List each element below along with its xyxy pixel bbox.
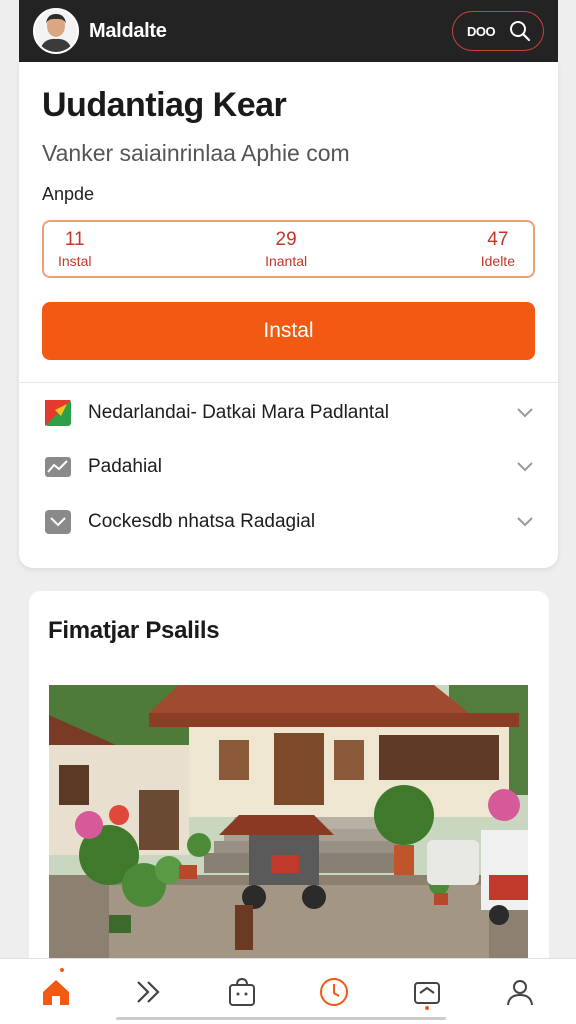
stat-value: 47 bbox=[487, 228, 509, 250]
pill-label[interactable]: DOO bbox=[467, 24, 496, 39]
chart-icon bbox=[44, 453, 72, 481]
flag-icon bbox=[44, 399, 72, 427]
top-app-bar: Maldalte DOO bbox=[19, 0, 558, 62]
section-label: Anpde bbox=[42, 184, 95, 204]
stat-label: Inantal bbox=[265, 252, 308, 269]
nav-forward[interactable] bbox=[119, 964, 179, 1020]
list-row-cockesdb[interactable]: Cockesdb nhatsa Radagial bbox=[44, 502, 534, 542]
top-action-pill[interactable]: DOO bbox=[452, 11, 544, 51]
stat-item: 47 Idelte bbox=[480, 228, 515, 269]
avatar[interactable] bbox=[33, 8, 79, 54]
nav-clock[interactable] bbox=[304, 964, 364, 1020]
gallery-title: Fimatjar Psalils bbox=[48, 617, 220, 644]
indicator-dot bbox=[424, 1005, 429, 1010]
nav-inbox[interactable] bbox=[397, 964, 457, 1020]
bag-icon[interactable] bbox=[227, 977, 257, 1007]
row-label: Cockesdb nhatsa Radagial bbox=[88, 511, 316, 532]
bottom-navigation bbox=[0, 958, 576, 1024]
stat-label: Idelte bbox=[480, 252, 515, 269]
stat-item: 29 Inantal bbox=[265, 228, 308, 269]
gallery-card: Fimatjar Psalils bbox=[29, 591, 549, 971]
row-label: Padahial bbox=[88, 456, 162, 477]
house-photo[interactable] bbox=[49, 685, 528, 971]
chevron-down-icon[interactable] bbox=[516, 407, 534, 419]
app-name: Uudantiag Kear bbox=[42, 86, 287, 124]
app-detail-card: Uudantiag Kear Vanker saiainrinlaa Aphie… bbox=[19, 62, 558, 568]
install-button[interactable]: Instal bbox=[42, 302, 535, 360]
nav-bag[interactable] bbox=[212, 964, 272, 1020]
app-subtitle: Vanker saiainrinlaa Aphie com bbox=[42, 140, 350, 166]
nav-home[interactable] bbox=[26, 964, 86, 1020]
list-row-padahial[interactable]: Padahial bbox=[44, 447, 534, 487]
profile-icon[interactable] bbox=[505, 977, 535, 1007]
stat-label: Instal bbox=[58, 252, 92, 269]
chevron-down-icon[interactable] bbox=[516, 516, 534, 528]
home-indicator bbox=[116, 1017, 446, 1020]
divider bbox=[19, 382, 558, 383]
person-avatar-icon bbox=[40, 14, 72, 52]
stat-value: 29 bbox=[275, 228, 297, 250]
home-icon[interactable] bbox=[40, 977, 72, 1007]
forward-icon[interactable] bbox=[134, 979, 164, 1005]
clock-icon[interactable] bbox=[318, 976, 350, 1008]
app-title: Maldalte bbox=[89, 19, 167, 42]
nav-profile[interactable] bbox=[490, 964, 550, 1020]
stats-box: 11 Instal 29 Inantal 47 Idelte bbox=[42, 220, 535, 278]
row-label: Nedarlandai- Datkai Mara Padlantal bbox=[88, 402, 389, 423]
house-photo-image bbox=[49, 685, 528, 971]
stat-value: 11 bbox=[64, 228, 85, 250]
message-icon bbox=[44, 508, 72, 536]
inbox-icon[interactable] bbox=[412, 977, 442, 1007]
search-icon[interactable] bbox=[509, 20, 531, 42]
list-row-info[interactable]: Nedarlandai- Datkai Mara Padlantal bbox=[44, 393, 534, 433]
stat-item: 11 Instal bbox=[58, 228, 92, 269]
active-dot bbox=[60, 967, 65, 972]
chevron-down-icon[interactable] bbox=[516, 461, 534, 473]
